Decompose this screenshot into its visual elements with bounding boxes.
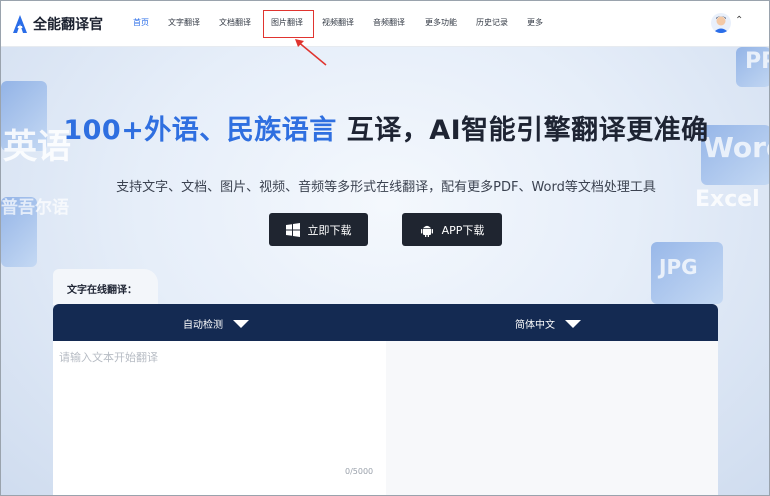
nav-item-doc-translate[interactable]: 文档翻译 — [219, 17, 251, 28]
hero-subtitle: 支持文字、文档、图片、视频、音频等多形式在线翻译，配有更多PDF、Word等文档… — [116, 180, 656, 195]
chevron-down-icon — [233, 319, 249, 328]
top-nav: 全能翻译官 首页 文字翻译 文档翻译 图片翻译 视频翻译 音频翻译 更多功能 历… — [1, 1, 769, 47]
nav-item-home[interactable]: 首页 — [133, 17, 149, 28]
source-language-label: 自动检测 — [183, 320, 223, 331]
highlight-box — [263, 10, 314, 38]
source-language-select[interactable]: 自动检测 — [183, 316, 249, 331]
target-language-select[interactable]: 简体中文 — [515, 316, 581, 331]
translator-header: 自动检测 简体中文 — [53, 304, 718, 341]
annotation-arrow-icon — [295, 39, 327, 66]
brand-name[interactable]: 全能翻译官 — [33, 14, 103, 34]
nav-item-audio-translate[interactable]: 音频翻译 — [373, 17, 405, 28]
android-icon — [420, 225, 433, 237]
translation-output — [386, 341, 718, 495]
decor-text-jpg: JPG — [659, 255, 698, 279]
decor-text-ppt: PPT — [745, 49, 769, 74]
user-avatar-icon — [713, 16, 729, 33]
logo-icon[interactable] — [13, 15, 27, 33]
headline-rest: 互译，AI智能引擎翻译更准确 — [336, 115, 709, 146]
text-translate-tab-label: 文字在线翻译： — [67, 285, 137, 296]
chevron-up-icon[interactable]: ⌃ — [735, 15, 743, 26]
decor-text-uyghur: 普吾尔语 — [1, 198, 69, 218]
app-download-label: APP下载 — [441, 223, 485, 237]
avatar[interactable] — [711, 13, 731, 33]
chevron-down-icon — [565, 319, 581, 328]
download-now-button[interactable]: 立即下载 — [269, 213, 368, 246]
nav-item-video-translate[interactable]: 视频翻译 — [322, 17, 354, 28]
nav-item-more[interactable]: 更多 — [527, 17, 543, 28]
nav-item-more-features[interactable]: 更多功能 — [425, 17, 457, 28]
headline-highlight: 100+外语、民族语言 — [63, 115, 337, 146]
page-frame: 英语 普吾尔语 PPT Word Excel JPG 全能翻译官 首页 文字翻译… — [0, 0, 770, 496]
nav-item-text-translate[interactable]: 文字翻译 — [168, 17, 200, 28]
target-language-label: 简体中文 — [515, 320, 555, 331]
windows-icon — [285, 222, 300, 237]
text-translate-tab[interactable]: 文字在线翻译： — [53, 269, 158, 305]
app-download-button[interactable]: APP下载 — [402, 213, 502, 246]
source-text-input[interactable] — [57, 347, 381, 461]
nav-item-history[interactable]: 历史记录 — [476, 17, 508, 28]
char-counter: 0/5000 — [345, 467, 374, 476]
download-now-label: 立即下载 — [307, 223, 352, 237]
hero-headline: 100+外语、民族语言 互译，AI智能引擎翻译更准确 — [1, 108, 769, 147]
